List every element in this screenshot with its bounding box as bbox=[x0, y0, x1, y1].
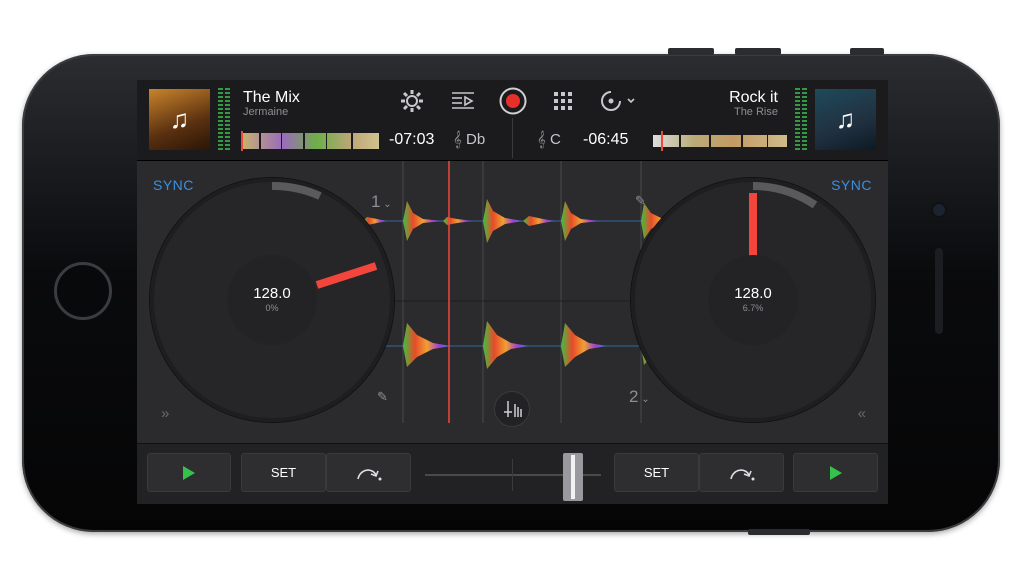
album-art-left[interactable]: ♫ bbox=[149, 89, 210, 150]
clef-icon: 𝄞 bbox=[453, 131, 462, 148]
deck-number-left[interactable]: 1 ⌄ bbox=[371, 192, 392, 212]
crossfader-center-mark bbox=[512, 459, 513, 491]
music-note-icon: ♫ bbox=[169, 104, 190, 134]
chevron-down-icon: ⌄ bbox=[638, 394, 650, 405]
power-button bbox=[748, 529, 810, 535]
playlist-icon[interactable] bbox=[450, 88, 476, 114]
pitch-left: 0% bbox=[265, 303, 279, 313]
bpm-left: 128.0 bbox=[253, 285, 291, 302]
volume-button bbox=[735, 48, 781, 55]
side-switch bbox=[850, 48, 884, 55]
jump-to-cue-button-left[interactable] bbox=[326, 453, 411, 492]
front-camera bbox=[933, 204, 945, 216]
vu-meter-right bbox=[802, 88, 807, 152]
curved-arrow-icon bbox=[729, 468, 754, 480]
jog-wheel-right[interactable]: 128.0 6.7% bbox=[631, 178, 875, 422]
overview-waveform-right[interactable] bbox=[649, 131, 789, 151]
key-value-right: C bbox=[550, 131, 561, 148]
play-button-right[interactable] bbox=[793, 453, 878, 492]
volume-button bbox=[668, 48, 714, 55]
record-icon[interactable] bbox=[499, 87, 527, 115]
music-note-icon: ♫ bbox=[835, 104, 856, 134]
play-button-left[interactable] bbox=[147, 453, 231, 492]
decks-area: SYNC SYNC 128.0 0% 1 ⌄ ✎ » 128.0 6.7% 2 … bbox=[137, 161, 888, 442]
album-art-right[interactable]: ♫ bbox=[815, 89, 876, 150]
earpiece-speaker bbox=[935, 248, 943, 334]
track-artist-left: Jermaine bbox=[243, 106, 289, 118]
remaining-time-right: -06:45 bbox=[583, 131, 629, 148]
top-bar: ♫ The Mix Jermaine Rock it The Rise ♫ -0… bbox=[137, 80, 888, 161]
vu-meter-left bbox=[218, 88, 223, 152]
app-screen: ♫ The Mix Jermaine Rock it The Rise ♫ -0… bbox=[137, 80, 888, 504]
platter-center-left: 128.0 0% bbox=[227, 255, 317, 345]
gear-icon[interactable] bbox=[399, 88, 425, 114]
curved-arrow-icon bbox=[356, 468, 381, 480]
rewind-icon[interactable]: « bbox=[858, 405, 866, 422]
pencil-icon[interactable]: ✎ bbox=[377, 389, 388, 405]
home-button[interactable] bbox=[54, 262, 112, 320]
vinyl-dropdown-icon[interactable] bbox=[598, 88, 638, 114]
bpm-right: 128.0 bbox=[734, 285, 772, 302]
key-right[interactable]: 𝄞 C bbox=[537, 131, 561, 148]
vu-meter-right bbox=[795, 88, 800, 152]
overview-waveform-left[interactable] bbox=[241, 131, 381, 151]
grid-icon[interactable] bbox=[550, 88, 576, 114]
play-icon bbox=[829, 465, 842, 480]
set-cue-button-right[interactable]: SET bbox=[614, 453, 699, 492]
track-artist-right: The Rise bbox=[733, 106, 778, 118]
fast-forward-icon[interactable]: » bbox=[161, 405, 169, 422]
mixer-icon[interactable] bbox=[494, 391, 530, 427]
crossfader-handle[interactable] bbox=[563, 453, 583, 501]
remaining-time-left: -07:03 bbox=[389, 131, 435, 148]
play-icon bbox=[183, 465, 195, 480]
track-title-right[interactable]: Rock it bbox=[729, 89, 778, 107]
clef-icon: 𝄞 bbox=[537, 131, 546, 148]
key-left[interactable]: 𝄞 Db bbox=[453, 131, 485, 148]
track-title-left[interactable]: The Mix bbox=[243, 89, 300, 107]
pitch-right: 6.7% bbox=[742, 303, 764, 313]
chevron-down-icon: ⌄ bbox=[380, 199, 392, 210]
set-cue-button-left[interactable]: SET bbox=[241, 453, 326, 492]
key-value-left: Db bbox=[466, 131, 486, 148]
bottom-bar: SET SET bbox=[137, 443, 888, 504]
platter-center-right: 128.0 6.7% bbox=[708, 255, 798, 345]
pencil-icon[interactable]: ✎ bbox=[635, 193, 646, 209]
divider bbox=[512, 118, 513, 158]
jump-to-cue-button-right[interactable] bbox=[699, 453, 784, 492]
jog-wheel-left[interactable]: 128.0 0% bbox=[150, 178, 394, 422]
vu-meter-left bbox=[225, 88, 230, 152]
crossfader[interactable] bbox=[425, 453, 601, 501]
deck-number-right[interactable]: 2 ⌄ bbox=[629, 387, 650, 407]
